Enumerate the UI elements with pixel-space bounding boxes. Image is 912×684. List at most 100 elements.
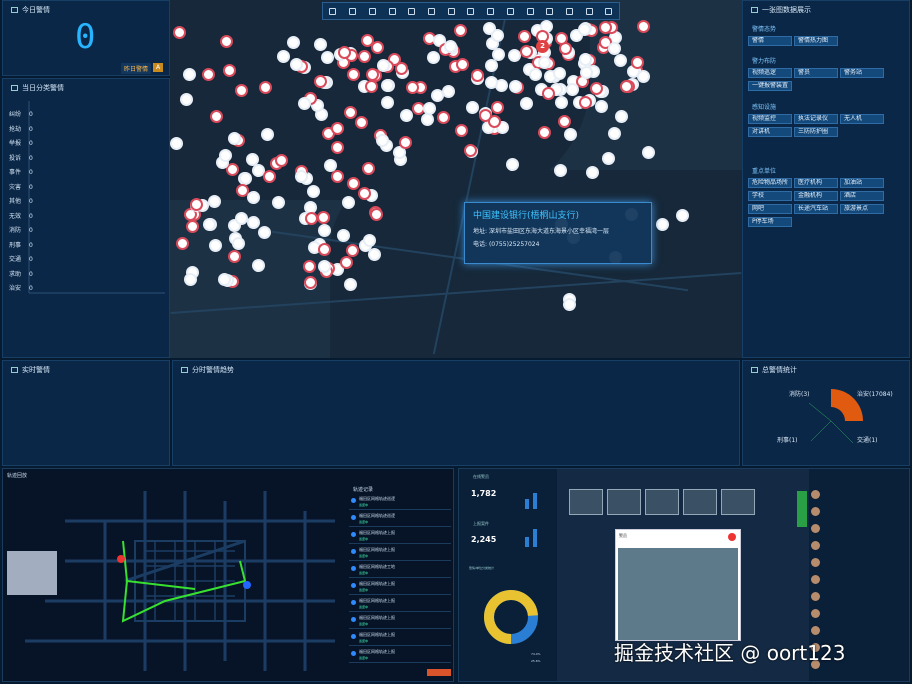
poi-marker[interactable]: [202, 217, 216, 231]
camera-thumbnail[interactable]: [721, 489, 755, 515]
poi-marker[interactable]: [508, 80, 522, 94]
poi-marker[interactable]: [507, 49, 521, 63]
poi-marker[interactable]: [620, 79, 634, 93]
poi-marker[interactable]: [601, 151, 615, 165]
camera-thumbnail[interactable]: [607, 489, 641, 515]
poi-marker[interactable]: [607, 126, 621, 140]
track-footer-button[interactable]: [427, 669, 451, 676]
poi-marker[interactable]: [208, 238, 222, 252]
officer-list-item[interactable]: [811, 540, 901, 553]
warning-icon[interactable]: [605, 7, 613, 15]
poi-marker[interactable]: [441, 84, 455, 98]
poi-marker[interactable]: [427, 50, 441, 64]
track-record-item[interactable]: 福田区网格轨迹上报 巡逻中: [349, 597, 451, 612]
rectangle-icon[interactable]: [349, 7, 357, 15]
poi-marker[interactable]: [346, 243, 360, 257]
filter-chip[interactable]: 网吧: [748, 204, 792, 214]
filter-chip[interactable]: 视频巡逻: [748, 68, 792, 78]
first-icon[interactable]: [467, 7, 475, 15]
filter-chip[interactable]: 学校: [748, 191, 792, 201]
poi-marker[interactable]: [307, 184, 321, 198]
cluster-marker[interactable]: 2: [536, 40, 549, 53]
filter-chip[interactable]: 三防防护圈: [794, 127, 838, 137]
poi-marker[interactable]: [564, 128, 578, 142]
filter-chip[interactable]: 金融机构: [794, 191, 838, 201]
track-map[interactable]: [5, 481, 345, 681]
search-icon[interactable]: [329, 7, 337, 15]
track-record-item[interactable]: 福田区网格轨迹巡逻 巡逻中: [349, 512, 451, 527]
poi-marker[interactable]: [304, 211, 318, 225]
poi-marker[interactable]: [552, 67, 566, 81]
hangup-icon[interactable]: [728, 533, 736, 541]
poi-marker[interactable]: [470, 68, 484, 82]
poi-marker[interactable]: [260, 127, 274, 141]
filter-chip[interactable]: 警情: [748, 36, 792, 46]
filter-chip[interactable]: 一键报警装置: [748, 81, 792, 91]
filter-chip[interactable]: 危险物品场所: [748, 178, 792, 188]
track-record-item[interactable]: 福田区网格轨迹上报 巡逻中: [349, 580, 451, 595]
video-call-window[interactable]: 警员: [615, 529, 741, 641]
poi-marker[interactable]: [316, 211, 330, 225]
poi-marker[interactable]: [455, 57, 469, 71]
filter-chip[interactable]: P停车场: [748, 217, 792, 227]
tool-icon[interactable]: [546, 7, 554, 15]
poi-marker[interactable]: [368, 248, 382, 262]
poi-marker[interactable]: [655, 217, 669, 231]
poi-marker[interactable]: [537, 56, 551, 70]
filter-chip[interactable]: 警员: [794, 68, 838, 78]
layers-icon[interactable]: [585, 7, 593, 15]
poi-marker[interactable]: [354, 116, 368, 130]
poi-marker[interactable]: [443, 39, 457, 53]
poi-marker[interactable]: [209, 109, 223, 123]
officer-list-item[interactable]: [811, 506, 901, 519]
poi-marker[interactable]: [578, 22, 592, 36]
poi-marker[interactable]: [176, 236, 190, 250]
poi-marker[interactable]: [295, 169, 309, 183]
track-record-item[interactable]: 福田区网格轨迹工地 巡逻中: [349, 563, 451, 578]
poi-marker[interactable]: [339, 256, 353, 270]
track-record-item[interactable]: 福田区网格轨迹上报 巡逻中: [349, 529, 451, 544]
poi-marker[interactable]: [463, 143, 477, 157]
circle-icon[interactable]: [368, 7, 376, 15]
poi-marker[interactable]: [330, 170, 344, 184]
track-record-item[interactable]: 福田区网格轨迹巡逻 巡逻中: [349, 495, 451, 510]
filter-chip[interactable]: 视频监控: [748, 114, 792, 124]
poi-marker[interactable]: [317, 224, 331, 238]
track-record-item[interactable]: 福田区网格轨迹上报 巡逻中: [349, 631, 451, 646]
filter-chip[interactable]: 对讲机: [748, 127, 792, 137]
filter-chip[interactable]: 执法记录仪: [794, 114, 838, 124]
filter-chip[interactable]: 无人机: [840, 114, 884, 124]
poi-marker[interactable]: [276, 50, 290, 64]
poi-marker[interactable]: [488, 114, 501, 128]
poi-marker[interactable]: [537, 126, 551, 140]
poi-marker[interactable]: [594, 99, 608, 113]
poi-marker[interactable]: [598, 20, 612, 34]
poi-marker[interactable]: [303, 259, 317, 273]
poi-marker[interactable]: [555, 96, 569, 109]
filter-chip[interactable]: 医疗机构: [794, 178, 838, 188]
poi-marker[interactable]: [380, 79, 394, 93]
camera-thumbnail[interactable]: [569, 489, 603, 515]
prev-icon[interactable]: [487, 7, 495, 15]
filter-chip[interactable]: 加油站: [840, 178, 884, 188]
filter-chip[interactable]: 酒店: [840, 191, 884, 201]
poi-marker[interactable]: [490, 28, 504, 42]
poi-marker[interactable]: [208, 195, 222, 209]
police-map[interactable]: 2 中国建设银行(梧桐山支行) 地址: 深圳市盐田区东海大道东海景小区幸福湾一层…: [170, 0, 742, 358]
camera-thumbnail[interactable]: [683, 489, 717, 515]
poi-marker[interactable]: [579, 66, 593, 80]
poi-marker[interactable]: [436, 110, 450, 124]
poi-marker[interactable]: [607, 42, 621, 56]
poi-marker[interactable]: [346, 68, 360, 81]
filter-chip[interactable]: 长途汽车站: [794, 204, 838, 214]
poi-marker[interactable]: [485, 75, 499, 89]
poi-marker[interactable]: [492, 47, 506, 61]
polygon-icon[interactable]: [427, 7, 435, 15]
poi-marker[interactable]: [361, 33, 375, 47]
poi-marker[interactable]: [579, 96, 593, 110]
poi-marker[interactable]: [232, 237, 246, 251]
next-icon[interactable]: [506, 7, 514, 15]
poi-marker[interactable]: [614, 54, 628, 68]
officer-list-item[interactable]: [811, 574, 901, 587]
officer-list-item[interactable]: [811, 591, 901, 604]
